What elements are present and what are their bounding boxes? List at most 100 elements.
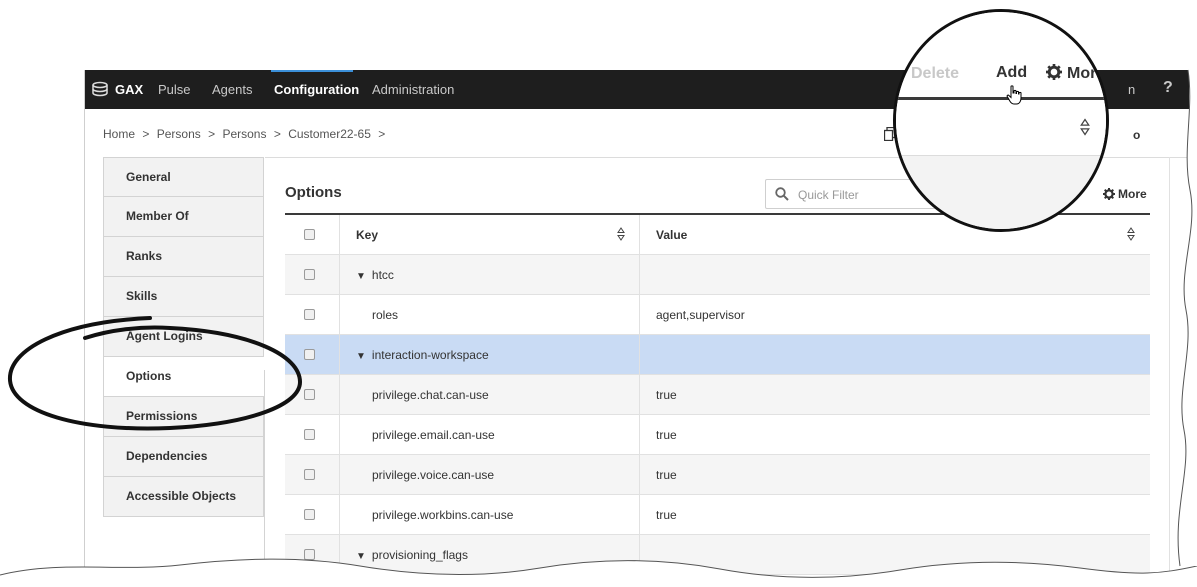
column-divider [639,215,640,254]
search-icon [775,187,789,201]
row-key: ▼ htcc [356,268,394,282]
zoom-data-row [896,156,1106,229]
row-checkbox[interactable] [304,389,315,400]
row-key: roles [372,308,399,322]
row-checkbox[interactable] [304,349,315,360]
sort-icon[interactable] [1080,118,1090,136]
column-divider [639,295,640,334]
sidebar-item-permissions[interactable]: Permissions [103,397,264,437]
expand-caret-icon[interactable]: ▼ [356,271,366,282]
breadcrumb-action-fragment[interactable]: o [1133,128,1140,142]
more-menu-button[interactable]: More [1103,187,1147,201]
column-divider [339,335,340,374]
table-row[interactable]: ▼ provisioning_flags [285,535,1150,575]
row-checkbox[interactable] [304,509,315,520]
user-menu[interactable]: n [1128,82,1135,97]
expand-caret-icon[interactable]: ▼ [356,351,366,362]
row-key: ▼ provisioning_flags [356,548,468,562]
row-checkbox[interactable] [304,429,315,440]
content-right-border [1169,157,1170,587]
sidebar-item-agent-logins[interactable]: Agent Logins [103,317,264,357]
row-value: true [656,388,677,402]
toolbar-zoom-callout: Delete Add More [893,9,1109,232]
expand-caret-icon[interactable]: ▼ [356,551,366,562]
column-divider [639,455,640,494]
sidebar: General Member Of Ranks Skills Agent Log… [103,157,264,517]
brand-name[interactable]: GAX [115,82,143,97]
row-value: true [656,468,677,482]
row-key: privilege.chat.can-use [372,388,489,402]
more-button-label: More [1067,65,1106,82]
column-divider [639,335,640,374]
sidebar-item-ranks[interactable]: Ranks [103,237,264,277]
column-divider [339,295,340,334]
gear-icon [1046,64,1062,80]
nav-pulse[interactable]: Pulse [158,82,191,97]
row-key-text: htcc [371,268,394,282]
nav-agents[interactable]: Agents [212,82,252,97]
column-divider [339,495,340,534]
sort-icon[interactable] [617,227,625,241]
row-key: privilege.workbins.can-use [372,508,514,522]
breadcrumb-persons-folder[interactable]: Persons [222,127,266,141]
table-row[interactable]: ▼ interaction-workspace [285,335,1150,375]
active-tab-indicator [271,70,353,72]
breadcrumb-separator: > [378,127,386,141]
column-divider [639,375,640,414]
help-button[interactable]: ? [1163,79,1173,97]
delete-button[interactable]: Delete [911,65,959,83]
table-row[interactable]: privilege.voice.can-use true [285,455,1150,495]
row-value: agent,supervisor [656,308,745,322]
row-checkbox[interactable] [304,549,315,560]
table-row[interactable]: privilege.email.can-use true [285,415,1150,455]
nav-configuration[interactable]: Configuration [274,82,359,97]
zoom-header-row [896,100,1106,156]
row-value: true [656,428,677,442]
table-row[interactable]: privilege.workbins.can-use true [285,495,1150,535]
database-logo-icon [92,81,108,97]
breadcrumb: Home > Persons > Persons > Customer22-65… [103,127,389,141]
breadcrumb-persons[interactable]: Persons [157,127,201,141]
row-checkbox[interactable] [304,469,315,480]
nav-administration[interactable]: Administration [372,82,454,97]
column-divider [639,415,640,454]
breadcrumb-home[interactable]: Home [103,127,135,141]
table-row[interactable]: ▼ htcc [285,255,1150,295]
column-divider [339,375,340,414]
sidebar-item-dependencies[interactable]: Dependencies [103,437,264,477]
column-divider [339,215,340,254]
row-checkbox[interactable] [304,269,315,280]
zoom-toolbar [896,12,1106,100]
row-checkbox[interactable] [304,309,315,320]
select-all-checkbox[interactable] [304,229,315,240]
sidebar-item-accessible-objects[interactable]: Accessible Objects [103,477,264,517]
sidebar-item-options[interactable]: Options [103,357,264,397]
breadcrumb-separator: > [273,127,281,141]
hand-cursor-icon [1006,85,1022,105]
column-divider [639,535,640,574]
row-key: ▼ interaction-workspace [356,348,489,362]
sidebar-item-member-of[interactable]: Member Of [103,197,264,237]
column-header-key[interactable]: Key [356,228,378,242]
row-value: true [656,508,677,522]
row-key: privilege.email.can-use [372,428,495,442]
column-divider [339,415,340,454]
row-key: privilege.voice.can-use [372,468,495,482]
column-divider [339,255,340,294]
sort-icon[interactable] [1127,227,1135,241]
sidebar-item-general[interactable]: General [103,157,264,197]
column-divider [639,255,640,294]
column-divider [339,535,340,574]
table-row[interactable]: roles agent,supervisor [285,295,1150,335]
breadcrumb-separator: > [142,127,150,141]
breadcrumb-customer[interactable]: Customer22-65 [288,127,371,141]
breadcrumb-separator: > [208,127,216,141]
column-header-value[interactable]: Value [656,228,687,242]
column-divider [639,495,640,534]
more-menu-label: More [1118,187,1147,201]
add-button[interactable]: Add [996,64,1027,82]
row-key-text: interaction-workspace [371,348,489,362]
sidebar-item-skills[interactable]: Skills [103,277,264,317]
table-row[interactable]: privilege.chat.can-use true [285,375,1150,415]
more-button[interactable]: More [1046,64,1105,83]
